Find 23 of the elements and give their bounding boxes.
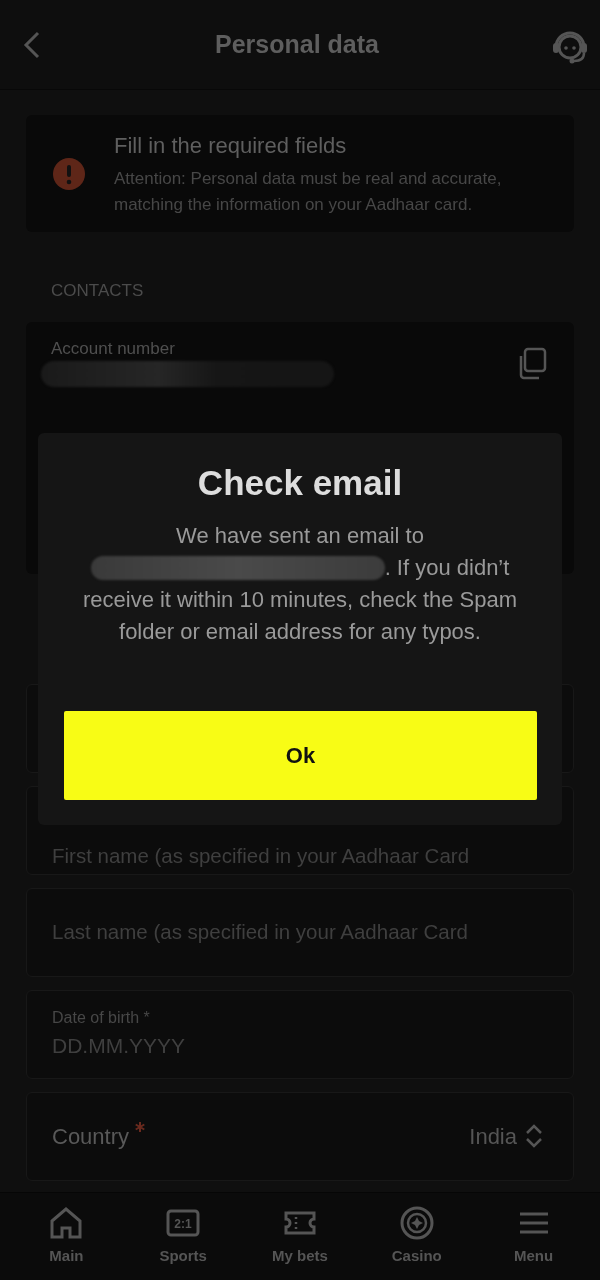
field-label: Date of birth * — [52, 1008, 151, 1029]
dialog-title: Check email — [196, 462, 404, 504]
country-select[interactable]: Country India — [26, 1091, 574, 1181]
dialog-text: We have sent an email to — [175, 521, 425, 550]
field-label: Country — [52, 1123, 130, 1149]
select-value: India — [469, 1122, 517, 1151]
nav-tab[interactable]: Main — [16, 1204, 117, 1269]
field-label: Account number — [51, 337, 176, 360]
nav-tab[interactable]: My bets — [250, 1204, 350, 1269]
dialog-text: . If you didn’t — [384, 553, 510, 582]
nav-tab[interactable]: Casino — [366, 1204, 467, 1269]
updown-chevron-icon — [525, 1123, 543, 1149]
ok-button[interactable]: Ok — [64, 711, 537, 800]
section-label: CONTACTS — [51, 280, 145, 302]
alert-title: Fill in the required fields — [114, 132, 348, 160]
warning-icon — [52, 156, 86, 191]
dialog-text: receive it within 10 minutes, check the Spam folder or email address for any typos. — [81, 585, 519, 646]
home-icon — [48, 1205, 85, 1242]
roulette-icon — [398, 1205, 435, 1242]
nav-tab[interactable]: 2:1 Sports — [133, 1204, 234, 1269]
nav-tab[interactable]: Menu — [483, 1204, 584, 1269]
page-title: Personal data — [215, 28, 379, 60]
alert-text: Attention: Personal data must be real and accurate, matching the information on your Aadhaar card. — [114, 168, 503, 216]
